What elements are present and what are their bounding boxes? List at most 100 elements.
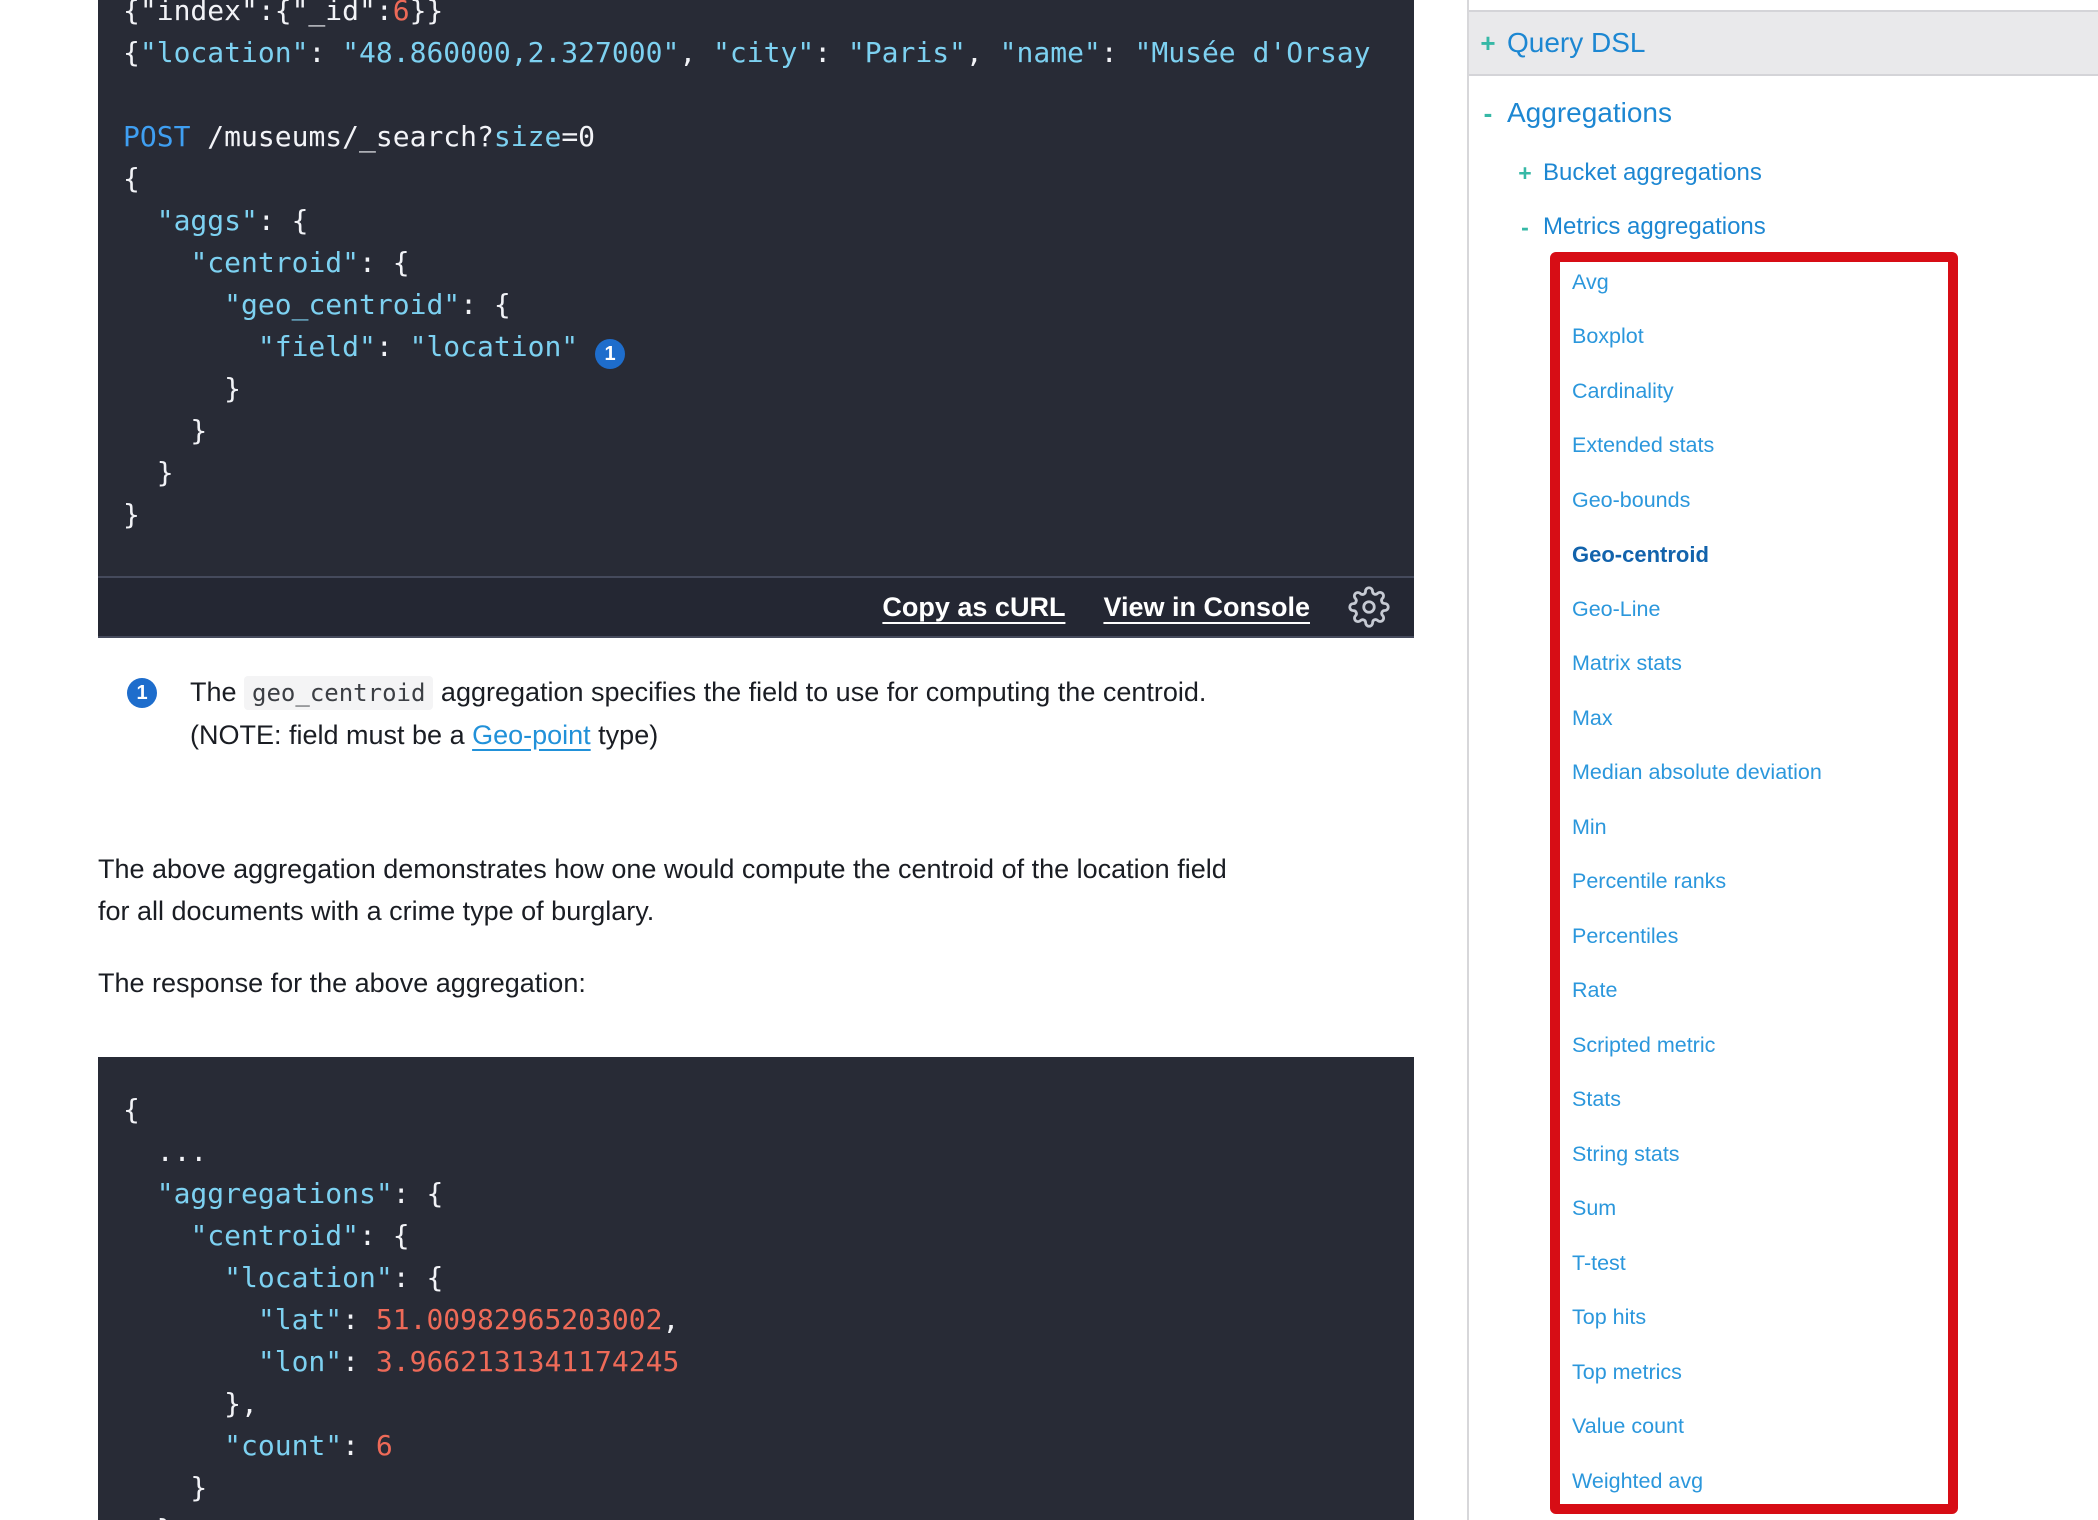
gear-icon[interactable] [1348,586,1390,628]
nav-item-max: Max [1572,691,1948,746]
nav-item-matrix-stats: Matrix stats [1572,637,1948,692]
weighted-avg-link[interactable]: Weighted avg [1572,1469,1703,1494]
rate-link[interactable]: Rate [1572,978,1617,1003]
code-line: } [123,368,1414,410]
code-token: "geo_centroid" [224,288,460,321]
code-token [123,1219,190,1252]
nav-item-percentile-ranks: Percentile ranks [1572,855,1948,910]
code-token: "count" [224,1429,342,1462]
code-token: "city" [713,36,814,69]
scripted-metric-link[interactable]: Scripted metric [1572,1033,1715,1058]
extended-stats-link[interactable]: Extended stats [1572,433,1714,458]
code-token [123,330,258,363]
view-in-console-link[interactable]: View in Console [1103,592,1310,623]
metrics-aggregations-link[interactable]: Metrics aggregations [1543,213,1766,241]
collapse-minus-icon[interactable]: - [1477,98,1499,129]
nav-item-bucket-aggregations[interactable]: + Bucket aggregations [1469,146,2098,200]
collapse-minus-icon[interactable]: - [1515,214,1535,241]
percentile-ranks-link[interactable]: Percentile ranks [1572,869,1726,894]
avg-link[interactable]: Avg [1572,270,1609,295]
code-token: }, [123,1387,258,1420]
nav-item-value-count: Value count [1572,1400,1948,1455]
paragraph-line: The response for the above aggregation: [98,962,1414,1004]
code-token: "field" [258,330,376,363]
code-token: "location" [410,330,579,363]
nav-item-aggregations[interactable]: - Aggregations [1469,86,2098,140]
nav-item-query-dsl[interactable]: + Query DSL [1469,10,2098,76]
matrix-stats-link[interactable]: Matrix stats [1572,651,1682,676]
code-token [123,1177,157,1210]
nav-item-extended-stats: Extended stats [1572,419,1948,474]
code-token: /museums/_search? [190,120,493,153]
code-line: POST /museums/_search?size=0 [123,116,1414,158]
code-token [123,246,190,279]
code-token: "lon" [258,1345,342,1378]
code-token [123,1345,258,1378]
code-token: } [123,372,241,405]
code-token: : { [359,246,410,279]
value-count-link[interactable]: Value count [1572,1414,1684,1439]
code-token: "Paris" [848,36,966,69]
nav-item-geo-line: Geo-Line [1572,582,1948,637]
nav-item-percentiles: Percentiles [1572,909,1948,964]
code-toolbar: Copy as cURL View in Console [98,576,1414,638]
top-hits-link[interactable]: Top hits [1572,1305,1646,1330]
cardinality-link[interactable]: Cardinality [1572,379,1674,404]
copy-as-curl-link[interactable]: Copy as cURL [882,592,1065,623]
top-metrics-link[interactable]: Top metrics [1572,1360,1682,1385]
code-line: "geo_centroid": { [123,284,1414,326]
geo-line-link[interactable]: Geo-Line [1572,597,1660,622]
page: {"index":{"_id":6}}{"location": "48.8600… [0,0,2098,1520]
bucket-aggregations-link[interactable]: Bucket aggregations [1543,159,1762,187]
callout-line2-pre: (NOTE: field must be a [190,720,472,750]
code-token: "aggs" [157,204,258,237]
code-token: } [123,1513,174,1520]
code-token: "location" [140,36,309,69]
code-token: size [494,120,561,153]
nav-sidebar: + Query DSL - Aggregations + Bucket aggr… [1467,0,2098,1520]
boxplot-link[interactable]: Boxplot [1572,324,1644,349]
stats-link[interactable]: Stats [1572,1087,1621,1112]
code-token: : { [359,1219,410,1252]
code-token: }} [410,0,444,27]
code-token: "48.860000,2.327000" [342,36,679,69]
callout-text: The geo_centroid aggregation specifies t… [190,671,1206,756]
code-token: {"index":{"_id": [123,0,393,27]
nav-item-top-metrics: Top metrics [1572,1345,1948,1400]
query-dsl-link[interactable]: Query DSL [1507,27,1646,59]
min-link[interactable]: Min [1572,815,1607,840]
code-token: ... [123,1135,207,1168]
nav-item-sum: Sum [1572,1182,1948,1237]
paragraph-demonstrates: The above aggregation demonstrates how o… [98,848,1414,932]
code-token [123,1303,258,1336]
sum-link[interactable]: Sum [1572,1196,1616,1221]
percentiles-link[interactable]: Percentiles [1572,924,1678,949]
code-token: : [1101,36,1135,69]
geo-point-link[interactable]: Geo-point [472,720,591,750]
nav-item-avg: Avg [1572,255,1948,310]
code-token: POST [123,120,190,153]
nav-item-metrics-aggregations[interactable]: - Metrics aggregations [1469,200,2098,254]
expand-plus-icon[interactable]: + [1515,160,1535,187]
code-token: } [123,414,207,447]
nav-item-scripted-metric: Scripted metric [1572,1018,1948,1073]
code-line: } [123,1509,1414,1520]
code-token: { [123,36,140,69]
max-link[interactable]: Max [1572,706,1613,731]
expand-plus-icon[interactable]: + [1477,28,1499,59]
median-absolute-deviation-link[interactable]: Median absolute deviation [1572,760,1822,785]
code-token: 51.00982965203002 [376,1303,663,1336]
code-line: "count": 6 [123,1425,1414,1467]
geo-centroid-link[interactable]: Geo-centroid [1572,542,1709,568]
code-token: , [662,1303,679,1336]
code-token: "lat" [258,1303,342,1336]
code-token: "name" [1000,36,1101,69]
geo-bounds-link[interactable]: Geo-bounds [1572,488,1690,513]
code-token: } [123,456,174,489]
code-line: "centroid": { [123,1215,1414,1257]
string-stats-link[interactable]: String stats [1572,1142,1680,1167]
aggregations-link[interactable]: Aggregations [1507,97,1672,129]
code-token [123,1429,224,1462]
code-line: "lon": 3.9662131341174245 [123,1341,1414,1383]
t-test-link[interactable]: T-test [1572,1251,1626,1276]
